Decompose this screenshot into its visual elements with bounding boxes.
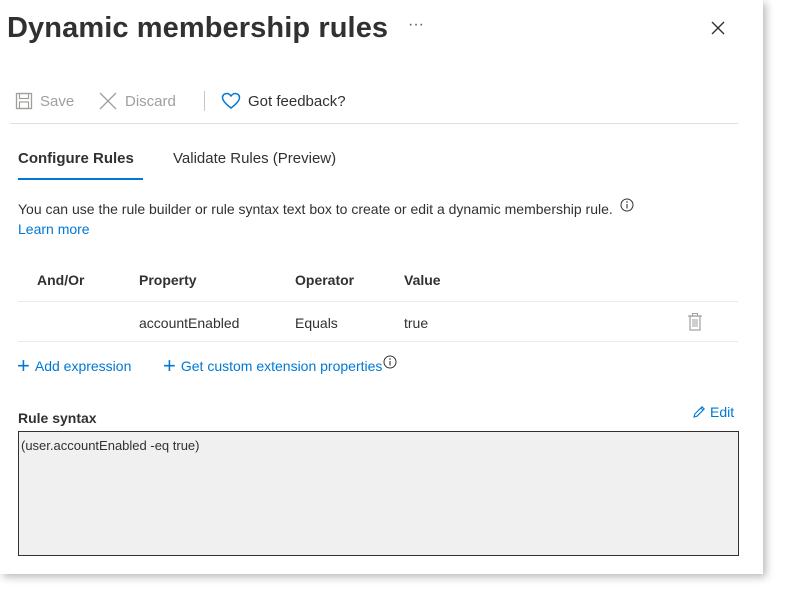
feedback-button[interactable]: Got feedback?: [221, 88, 346, 114]
discard-icon: [99, 92, 117, 110]
trash-icon[interactable]: [687, 312, 703, 332]
more-options-button[interactable]: ···: [408, 16, 424, 34]
close-button[interactable]: [706, 16, 730, 40]
close-icon: [711, 21, 725, 35]
header-divider: [18, 301, 738, 302]
info-icon[interactable]: [383, 355, 397, 369]
dynamic-membership-panel: Dynamic membership rules ··· Save Discar…: [0, 0, 763, 574]
discard-button[interactable]: Discard: [98, 88, 176, 114]
feedback-label: Got feedback?: [248, 92, 346, 110]
plus-icon: +: [17, 353, 30, 378]
cell-property: accountEnabled: [139, 315, 240, 331]
tab-validate-rules[interactable]: Validate Rules (Preview): [173, 150, 336, 167]
add-expression-label: Add expression: [34, 358, 132, 374]
toolbar-divider: [10, 123, 738, 124]
save-icon: [15, 92, 33, 110]
column-header-and-or: And/Or: [37, 272, 85, 288]
row-divider: [18, 341, 738, 342]
plus-icon: +: [163, 353, 176, 378]
page-title: Dynamic membership rules: [7, 12, 389, 44]
column-header-operator: Operator: [295, 272, 355, 288]
custom-extension-link[interactable]: + Get custom extension properties: [163, 353, 397, 378]
column-header-property: Property: [139, 272, 197, 288]
tab-configure-rules[interactable]: Configure Rules: [18, 150, 134, 167]
pencil-icon: [693, 406, 705, 418]
rule-syntax-label: Rule syntax: [18, 410, 97, 426]
custom-extension-label: Get custom extension properties: [180, 358, 383, 374]
rule-syntax-value: (user.accountEnabled -eq true): [21, 438, 200, 453]
save-label: Save: [40, 92, 75, 110]
save-button[interactable]: Save: [15, 88, 74, 114]
column-header-value: Value: [404, 272, 441, 288]
learn-more-link[interactable]: Learn more: [18, 221, 90, 237]
rule-syntax-textbox[interactable]: (user.accountEnabled -eq true): [18, 431, 739, 556]
description-text: You can use the rule builder or rule syn…: [18, 198, 634, 217]
edit-button[interactable]: Edit: [692, 404, 734, 420]
cell-operator: Equals: [295, 315, 338, 331]
heart-icon: [221, 92, 241, 109]
command-bar: Save Discard Got feedback?: [15, 88, 735, 114]
edit-label: Edit: [710, 404, 735, 420]
toolbar-separator: [204, 91, 205, 111]
add-expression-link[interactable]: + Add expression: [17, 353, 132, 378]
description-label: You can use the rule builder or rule syn…: [18, 201, 613, 217]
active-tab-indicator: [18, 178, 143, 180]
discard-label: Discard: [125, 92, 176, 110]
cell-value: true: [404, 315, 429, 331]
info-icon[interactable]: [620, 198, 634, 212]
